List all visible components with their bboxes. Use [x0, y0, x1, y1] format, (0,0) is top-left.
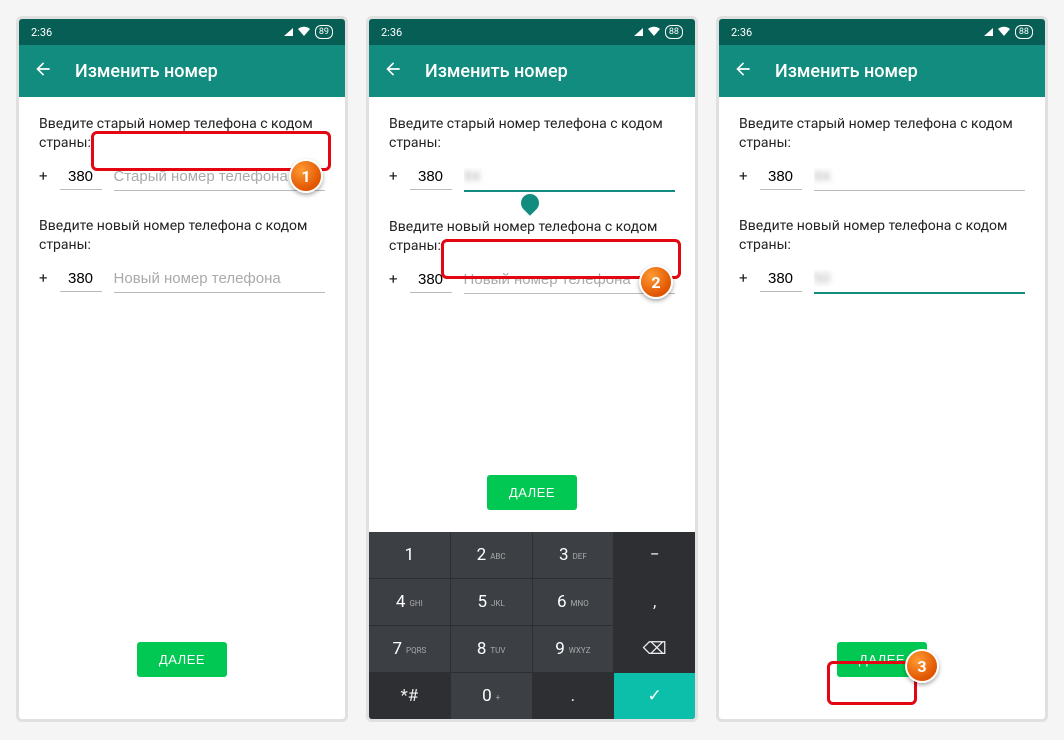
- signal-icon: [284, 28, 293, 36]
- keypad-key-7[interactable]: 7PQRS: [369, 626, 450, 672]
- plus-sign: +: [39, 269, 48, 287]
- next-button[interactable]: ДАЛЕЕ: [487, 475, 577, 510]
- old-phone-input[interactable]: [814, 168, 1025, 191]
- keypad-key-4[interactable]: 4GHI: [369, 579, 450, 625]
- old-number-row: +: [39, 167, 325, 191]
- status-icons: 88: [984, 25, 1033, 39]
- wifi-icon: [998, 26, 1010, 39]
- back-icon[interactable]: [33, 59, 53, 83]
- plus-sign: +: [389, 270, 398, 288]
- content-area: Введите старый номер телефона с кодом ст…: [369, 97, 695, 532]
- wifi-icon: [648, 26, 660, 39]
- keypad-key-3[interactable]: 3DEF: [533, 532, 614, 578]
- new-number-label: Введите новый номер телефона с кодом стр…: [39, 217, 325, 255]
- new-country-code-input[interactable]: [410, 271, 452, 293]
- old-number-row: +: [389, 167, 675, 192]
- new-phone-input[interactable]: [814, 270, 1025, 294]
- wifi-icon: [298, 26, 310, 39]
- next-button[interactable]: ДАЛЕЕ: [137, 642, 227, 677]
- plus-sign: +: [739, 269, 748, 287]
- appbar-title: Изменить номер: [75, 61, 218, 82]
- old-number-label: Введите старый номер телефона с кодом ст…: [739, 115, 1025, 153]
- keypad-key-.[interactable]: .: [533, 673, 614, 719]
- old-country-code-input[interactable]: [60, 168, 102, 190]
- content-area: Введите старый номер телефона с кодом ст…: [719, 97, 1045, 719]
- clock: 2:36: [381, 26, 402, 39]
- keypad-key-0[interactable]: 0+: [451, 673, 532, 719]
- app-bar: Изменить номер: [719, 45, 1045, 97]
- status-bar: 2:36 88: [719, 19, 1045, 45]
- phone-screen-1: 2:36 89 Изменить номер Введите старый но…: [16, 16, 348, 722]
- keypad-key-6[interactable]: 6MNO: [533, 579, 614, 625]
- appbar-title: Изменить номер: [775, 61, 918, 82]
- keypad-key-8[interactable]: 8TUV: [451, 626, 532, 672]
- old-number-row: +: [739, 167, 1025, 191]
- phone-screen-2: 2:36 88 Изменить номер Введите старый но…: [366, 16, 698, 722]
- old-number-label: Введите старый номер телефона с кодом ст…: [389, 115, 675, 153]
- new-country-code-input[interactable]: [760, 270, 802, 292]
- new-number-row: +: [389, 270, 675, 294]
- clock: 2:36: [31, 26, 52, 39]
- plus-sign: +: [39, 167, 48, 185]
- old-number-label: Введите старый номер телефона с кодом ст…: [39, 115, 325, 153]
- app-bar: Изменить номер: [369, 45, 695, 97]
- new-number-row: +: [739, 269, 1025, 294]
- old-country-code-input[interactable]: [410, 168, 452, 190]
- keypad-key-*#[interactable]: *#: [369, 673, 450, 719]
- keypad-key-9[interactable]: 9WXYZ: [533, 626, 614, 672]
- battery-icon: 89: [315, 25, 333, 39]
- plus-sign: +: [389, 167, 398, 185]
- keypad-key-2[interactable]: 2ABC: [451, 532, 532, 578]
- phone-screen-3: 2:36 88 Изменить номер Введите старый но…: [716, 16, 1048, 722]
- clock: 2:36: [731, 26, 752, 39]
- keypad-key-,[interactable]: ,: [614, 579, 695, 625]
- back-icon[interactable]: [733, 59, 753, 83]
- old-phone-input[interactable]: [464, 168, 675, 192]
- battery-icon: 88: [665, 25, 683, 39]
- step-badge-3: 3: [905, 649, 939, 683]
- keypad-key-✓[interactable]: ✓: [614, 673, 695, 719]
- keypad-key-−[interactable]: −: [614, 532, 695, 578]
- new-country-code-input[interactable]: [60, 270, 102, 292]
- new-phone-input[interactable]: [114, 270, 325, 293]
- app-bar: Изменить номер: [19, 45, 345, 97]
- battery-icon: 88: [1015, 25, 1033, 39]
- appbar-title: Изменить номер: [425, 61, 568, 82]
- status-icons: 89: [284, 25, 333, 39]
- status-bar: 2:36 88: [369, 19, 695, 45]
- new-number-label: Введите новый номер телефона с кодом стр…: [389, 218, 675, 256]
- numeric-keypad: 12ABC3DEF− 4GHI5JKL6MNO, 7PQRS8TUV9WXYZ⌫ *#…: [369, 532, 695, 719]
- status-icons: 88: [634, 25, 683, 39]
- new-number-row: +: [39, 269, 325, 293]
- keypad-key-⌫[interactable]: ⌫: [614, 626, 695, 672]
- old-country-code-input[interactable]: [760, 168, 802, 190]
- content-area: Введите старый номер телефона с кодом ст…: [19, 97, 345, 719]
- keypad-key-1[interactable]: 1: [369, 532, 450, 578]
- back-icon[interactable]: [383, 59, 403, 83]
- keypad-key-5[interactable]: 5JKL: [451, 579, 532, 625]
- new-number-label: Введите новый номер телефона с кодом стр…: [739, 217, 1025, 255]
- step-badge-1: 1: [289, 159, 323, 193]
- text-cursor-handle-icon[interactable]: [517, 190, 542, 215]
- plus-sign: +: [739, 167, 748, 185]
- signal-icon: [634, 28, 643, 36]
- step-badge-2: 2: [639, 265, 673, 299]
- status-bar: 2:36 89: [19, 19, 345, 45]
- signal-icon: [984, 28, 993, 36]
